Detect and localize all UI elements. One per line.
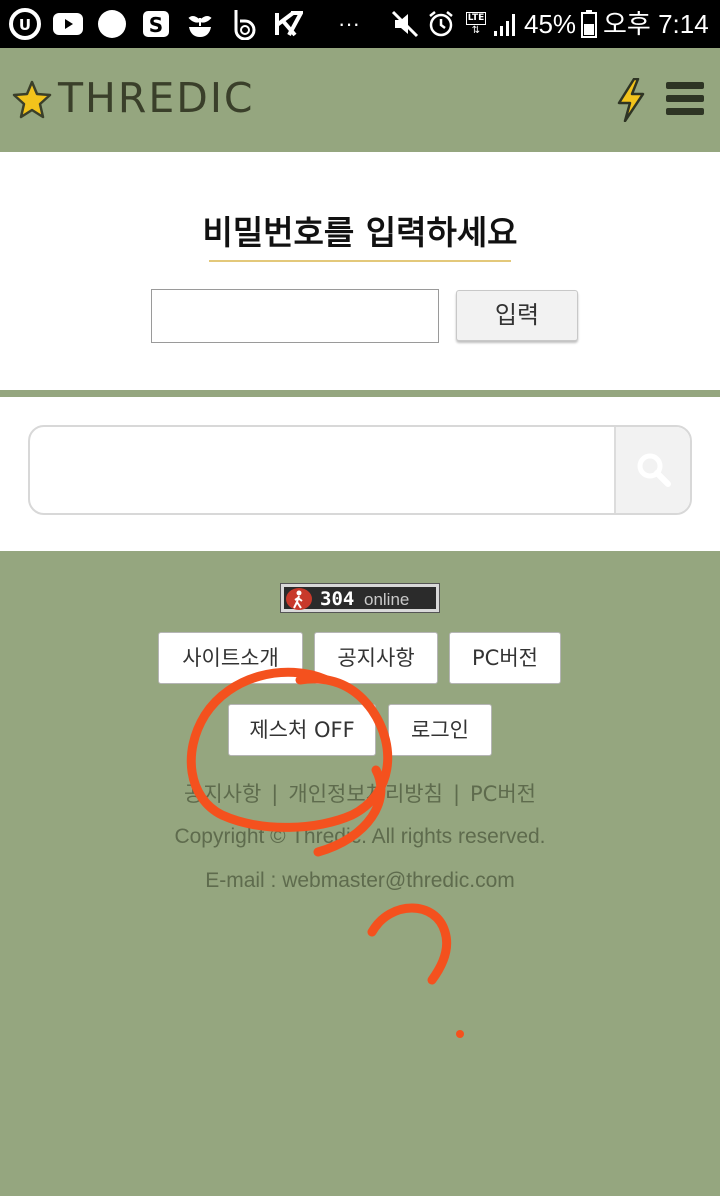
search-panel xyxy=(0,397,720,551)
s-app-icon: S xyxy=(140,8,172,40)
online-counter[interactable]: 304 online xyxy=(280,583,440,613)
sprout-icon xyxy=(184,8,216,40)
online-label: online xyxy=(364,590,410,609)
svg-text:S: S xyxy=(149,13,163,37)
lte-icon: LTE ⇅ xyxy=(465,11,487,36)
site-header: THREDIC xyxy=(0,48,720,152)
footer-links: 공지사항 | 개인정보처리방침 | PC버전 xyxy=(0,778,720,808)
search-icon xyxy=(637,453,671,487)
title-underline xyxy=(209,260,511,262)
status-bar: U S ··· LTE ⇅ 45% 오후 7:14 xyxy=(0,0,720,48)
pc-version-button[interactable]: PC버전 xyxy=(449,632,561,684)
search-button[interactable] xyxy=(614,427,690,513)
search-input[interactable] xyxy=(30,427,616,513)
circle-app-icon xyxy=(96,8,128,40)
uplus-icon: U xyxy=(8,8,42,40)
link-separator: | xyxy=(452,782,461,806)
login-button[interactable]: 로그인 xyxy=(388,704,492,756)
footer-link-pc-version[interactable]: PC버전 xyxy=(470,782,536,806)
contact-email[interactable]: E-mail : webmaster@thredic.com xyxy=(0,869,720,893)
signal-icon xyxy=(492,8,520,40)
gesture-off-button[interactable]: 제스처 OFF xyxy=(228,704,376,756)
link-separator: | xyxy=(271,782,279,806)
notice-button[interactable]: 공지사항 xyxy=(314,632,438,684)
footer-link-privacy[interactable]: 개인정보처리방침 xyxy=(288,782,443,806)
site-logo[interactable]: THREDIC xyxy=(58,74,255,122)
menu-icon[interactable] xyxy=(666,82,704,116)
alarm-icon xyxy=(426,8,456,40)
gesture-hook-stroke xyxy=(367,903,452,985)
section-divider xyxy=(0,390,720,397)
gesture-dot xyxy=(456,1030,464,1038)
password-title: 비밀번호를 입력하세요 xyxy=(202,213,518,252)
password-input[interactable] xyxy=(151,289,439,343)
walker-icon xyxy=(286,588,312,610)
copyright-text: Copyright © Thredic. All rights reserved… xyxy=(174,825,546,848)
footer-link-notice[interactable]: 공지사항 xyxy=(184,782,261,806)
youtube-icon xyxy=(52,8,84,40)
clock: 오후 7:14 xyxy=(603,9,709,39)
password-submit-button[interactable]: 입력 xyxy=(456,290,578,341)
bolt-icon[interactable] xyxy=(614,77,648,123)
online-count: 304 xyxy=(320,588,355,610)
k-app-icon xyxy=(272,8,304,40)
svg-text:U: U xyxy=(19,16,31,34)
password-panel: 비밀번호를 입력하세요 입력 xyxy=(0,152,720,390)
b-app-icon xyxy=(228,8,260,40)
battery-percent: 45% xyxy=(524,9,577,39)
more-icon: ··· xyxy=(338,11,360,36)
mute-icon xyxy=(390,8,420,40)
site-intro-button[interactable]: 사이트소개 xyxy=(158,632,303,684)
search-box xyxy=(28,425,692,515)
battery-icon xyxy=(580,8,598,40)
star-icon[interactable] xyxy=(12,80,52,120)
